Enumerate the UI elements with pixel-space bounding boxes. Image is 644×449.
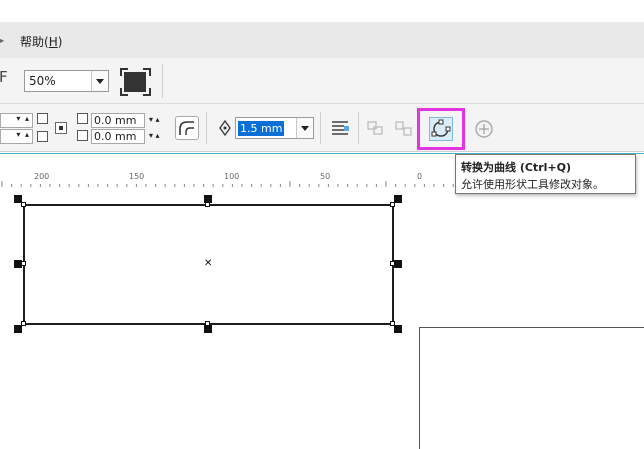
- toolbar-divider: [162, 64, 163, 98]
- corner-top-spinner[interactable]: ▾ ▴: [146, 113, 170, 128]
- center-x-marker: ✕: [204, 258, 213, 269]
- toolbar-divider: [320, 112, 321, 144]
- corner-top-icon: [77, 113, 88, 124]
- ruler-label: 150: [129, 172, 145, 181]
- selection-handle[interactable]: [394, 195, 402, 203]
- break-apart-icon[interactable]: [394, 119, 414, 137]
- corner-node[interactable]: [390, 321, 395, 326]
- toolbar-divider: [358, 112, 359, 144]
- tooltip: 转换为曲线 (Ctrl+Q) 允许使用形状工具修改对象。: [455, 154, 636, 194]
- scale-icon: [37, 131, 48, 142]
- corner-node[interactable]: [205, 321, 210, 326]
- convert-to-curves-icon: [431, 119, 451, 137]
- combine-icon[interactable]: [366, 119, 386, 137]
- corner-bottom-spinner[interactable]: ▾ ▴: [146, 129, 170, 144]
- toolbar-divider: [206, 112, 207, 144]
- convert-to-curves-button[interactable]: [417, 108, 465, 150]
- corner-node[interactable]: [21, 321, 26, 326]
- scale-icon: [37, 113, 48, 124]
- corner-radius-top-field[interactable]: 0.0 mm: [91, 113, 145, 128]
- menu-item-help[interactable]: 帮助(H): [20, 33, 62, 50]
- page-boundary: [419, 327, 644, 449]
- selection-handle[interactable]: [14, 325, 22, 333]
- zoom-level-select[interactable]: 50%: [24, 70, 109, 92]
- outline-width-value[interactable]: 1.5 mm: [238, 121, 285, 136]
- property-bar: ▾ ▴ ▾ ▴ 0.0 mm 0.0 mm ▾ ▴ ▾ ▴: [0, 104, 644, 152]
- corner-node[interactable]: [21, 261, 26, 266]
- size-width-field[interactable]: ▾ ▴: [0, 129, 33, 144]
- lock-ratio-icon[interactable]: [55, 122, 67, 134]
- zoom-level-value: 50%: [29, 74, 56, 88]
- menu-bar: ▶ 帮助(H): [0, 22, 644, 58]
- text-wrap-icon[interactable]: [330, 118, 350, 138]
- chevron-right-icon: ▶: [0, 36, 5, 45]
- zoom-dropdown-button[interactable]: [91, 71, 108, 91]
- tooltip-title: 转换为曲线 (Ctrl+Q): [461, 161, 571, 174]
- corner-node[interactable]: [390, 202, 395, 207]
- ruler-label: 200: [34, 172, 50, 181]
- corner-bottom-icon: [77, 130, 88, 141]
- outline-width-select[interactable]: 1.5 mm: [235, 117, 314, 139]
- corner-node[interactable]: [21, 202, 26, 207]
- size-height-field[interactable]: ▾ ▴: [0, 113, 33, 128]
- round-corner-button[interactable]: [175, 116, 199, 140]
- corner-radius-bottom-field[interactable]: 0.0 mm: [91, 129, 145, 144]
- round-corner-icon: [179, 121, 194, 135]
- selection-handle[interactable]: [204, 325, 212, 333]
- standard-toolbar: F 50%: [0, 58, 644, 104]
- ruler-label: 100: [224, 172, 240, 181]
- corner-node[interactable]: [205, 202, 210, 207]
- tooltip-description: 允许使用形状工具修改对象。: [461, 178, 604, 191]
- ruler-label: 50: [320, 172, 331, 181]
- fullscreen-button[interactable]: [120, 68, 151, 96]
- outline-width-dropdown[interactable]: [296, 118, 313, 138]
- pen-nib-icon: [219, 120, 231, 136]
- add-circle-icon[interactable]: [474, 119, 494, 139]
- corel-window: ▶ 帮助(H) F 50% ▾ ▴ ▾ ▴ 0.0 mm 0.0 mm ▾ ▴ …: [0, 0, 644, 449]
- ruler-label: 0: [417, 172, 423, 181]
- partial-icon: F: [0, 68, 8, 86]
- selection-handle[interactable]: [394, 325, 402, 333]
- fullscreen-fill: [124, 72, 146, 92]
- corner-node[interactable]: [390, 261, 395, 266]
- selection-handle[interactable]: [394, 260, 402, 268]
